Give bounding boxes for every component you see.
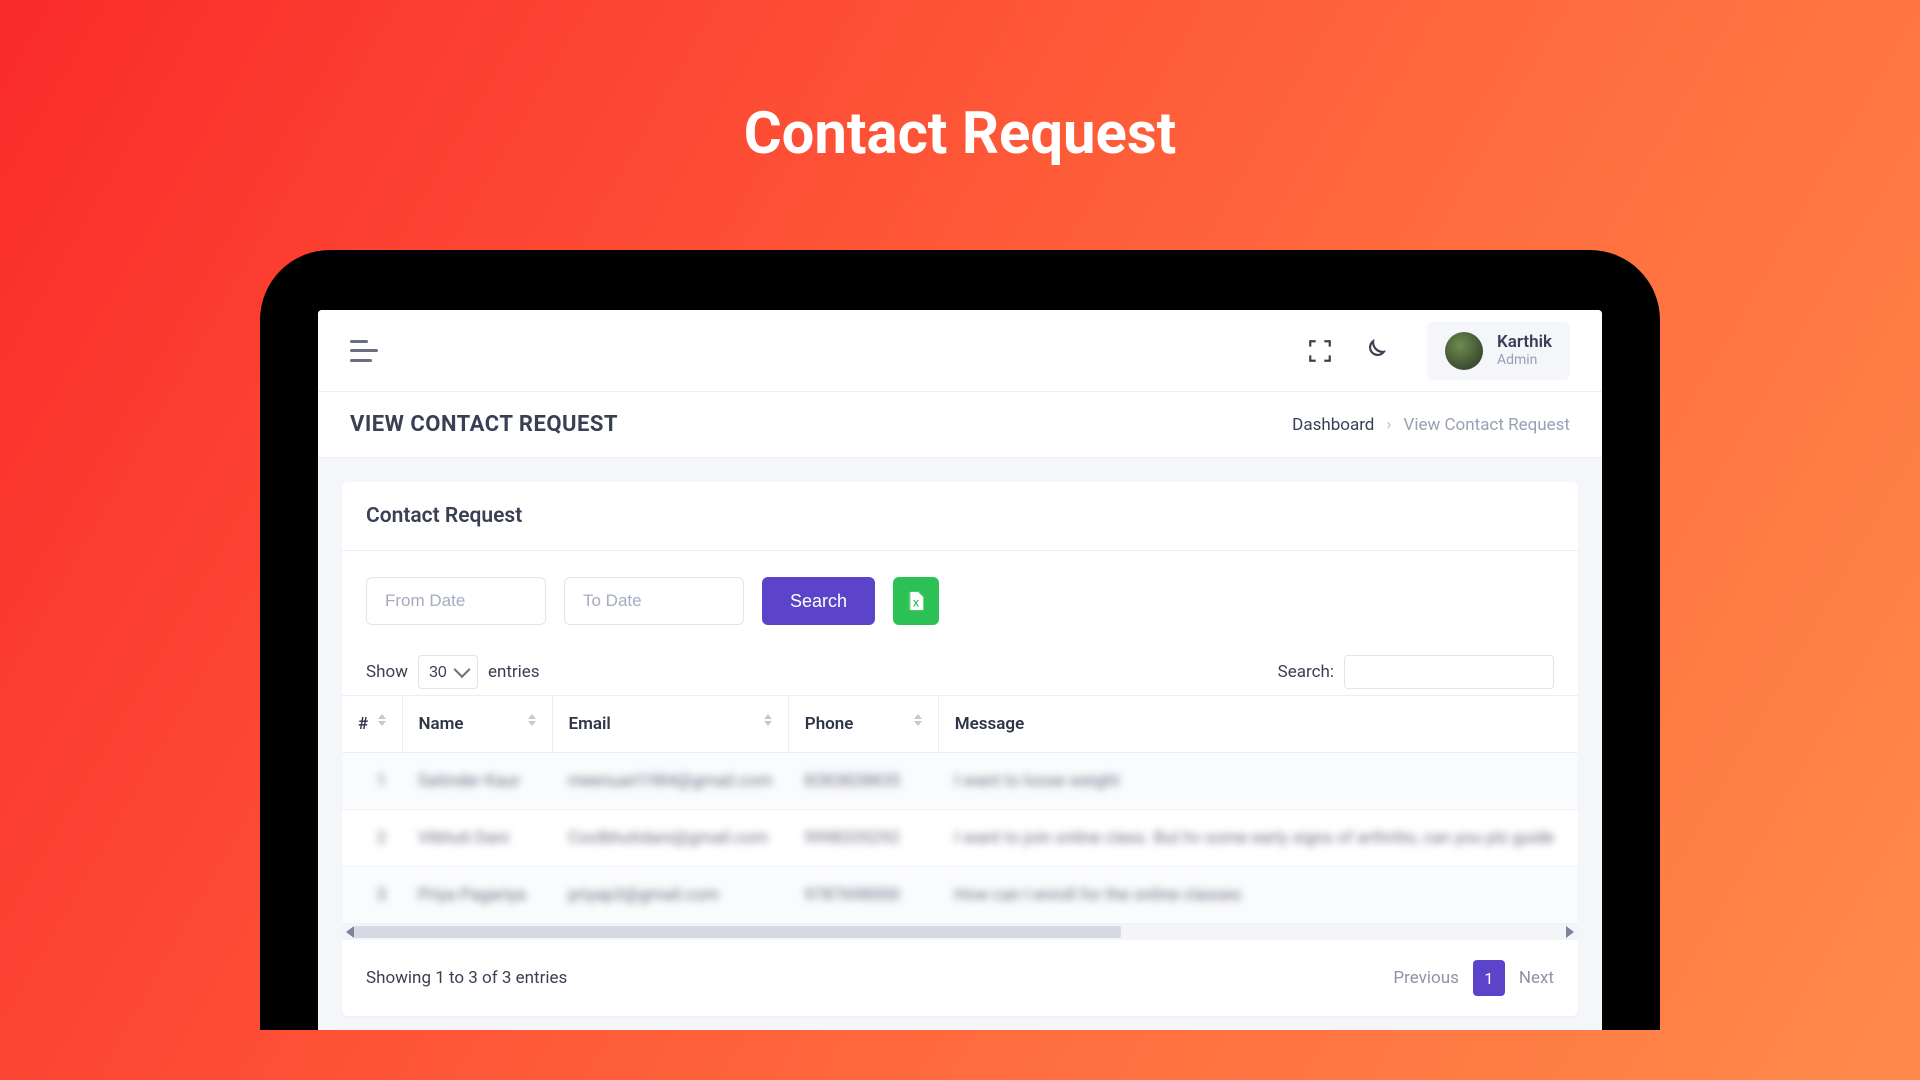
user-role: Admin (1497, 352, 1552, 369)
horizontal-scrollbar[interactable] (342, 924, 1578, 940)
file-excel-icon: X (905, 589, 927, 613)
to-date-input[interactable] (564, 577, 744, 625)
table-search-input[interactable] (1344, 655, 1554, 689)
app-screen: Karthik Admin VIEW CONTACT REQUEST Dashb… (318, 310, 1602, 1030)
col-index[interactable]: # (342, 696, 402, 753)
from-date-input[interactable] (366, 577, 546, 625)
entries-select[interactable]: 30 (418, 655, 478, 689)
breadcrumb-root[interactable]: Dashboard (1292, 415, 1374, 435)
device-frame: Karthik Admin VIEW CONTACT REQUEST Dashb… (260, 250, 1660, 1030)
user-name: Karthik (1497, 332, 1552, 352)
table-row: 3 Priya Pagariya priyap3@gmail.com 97876… (342, 867, 1578, 924)
page-header: VIEW CONTACT REQUEST Dashboard › View Co… (318, 392, 1602, 458)
svg-text:X: X (913, 599, 920, 609)
avatar (1445, 332, 1483, 370)
page-title: VIEW CONTACT REQUEST (350, 412, 618, 437)
pagination: Previous 1 Next (1393, 960, 1554, 996)
dark-mode-icon[interactable] (1361, 338, 1387, 364)
table-row: 2 Vibhuti Dani Coolbhutidani@gmail.com 9… (342, 810, 1578, 867)
card-title: Contact Request (342, 482, 1578, 551)
show-label-after: entries (488, 662, 540, 682)
menu-toggle-icon[interactable] (350, 340, 378, 362)
datatable-controls: Show 30 entries Search: (342, 635, 1578, 695)
col-name[interactable]: Name (402, 696, 552, 753)
col-message[interactable]: Message (938, 696, 1578, 753)
chevron-right-icon: › (1386, 415, 1391, 435)
col-email[interactable]: Email (552, 696, 788, 753)
search-label: Search: (1278, 662, 1334, 682)
breadcrumb-current: View Contact Request (1404, 415, 1570, 435)
table-row: 1 Satinder Kaur meenuarl1984@gmail.com 8… (342, 753, 1578, 810)
contact-request-card: Contact Request Search X (342, 482, 1578, 1016)
user-menu[interactable]: Karthik Admin (1427, 322, 1570, 380)
col-phone[interactable]: Phone (788, 696, 938, 753)
next-button[interactable]: Next (1519, 968, 1554, 988)
export-excel-button[interactable]: X (893, 577, 939, 625)
table-info: Showing 1 to 3 of 3 entries (366, 968, 567, 988)
show-label-before: Show (366, 662, 408, 682)
contact-table: # Name Email Phone Message 1 Satinder Ka… (342, 695, 1578, 924)
prev-button[interactable]: Previous (1393, 968, 1458, 988)
topbar: Karthik Admin (318, 310, 1602, 392)
filter-bar: Search X (342, 551, 1578, 635)
page-number[interactable]: 1 (1473, 960, 1505, 996)
fullscreen-icon[interactable] (1307, 338, 1333, 364)
promo-title: Contact Request (0, 100, 1920, 168)
breadcrumb: Dashboard › View Contact Request (1292, 415, 1570, 435)
datatable-footer: Showing 1 to 3 of 3 entries Previous 1 N… (342, 940, 1578, 1016)
table-scroll[interactable]: # Name Email Phone Message 1 Satinder Ka… (342, 695, 1578, 940)
search-button[interactable]: Search (762, 577, 875, 625)
